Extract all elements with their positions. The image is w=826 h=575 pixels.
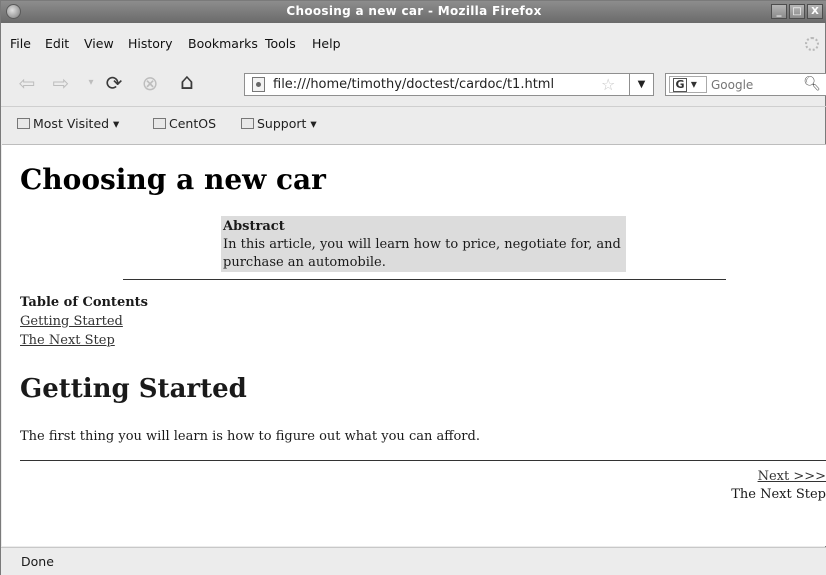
search-input[interactable] — [711, 76, 801, 93]
page-title: Choosing a new car — [20, 163, 326, 196]
toc-heading: Table of Contents — [20, 295, 148, 310]
bookmarks-toolbar: Most Visited ▾ CentOS Support ▾ — [1, 111, 826, 139]
forward-icon[interactable]: ⇨ — [49, 71, 73, 95]
divider — [123, 279, 726, 280]
menu-history[interactable]: History — [128, 36, 172, 51]
menu-file[interactable]: File — [10, 36, 31, 51]
menu-edit[interactable]: Edit — [45, 36, 69, 51]
activity-throbber-icon — [805, 37, 819, 51]
page-content: Choosing a new car Abstract In this arti… — [2, 144, 826, 546]
back-icon[interactable]: ⇦ — [15, 71, 39, 95]
bookmark-star-icon[interactable]: ☆ — [601, 75, 615, 94]
navigation-toolbar: ⇦ ⇨ ▾ ⟳ ⊗ ⌂ file:///home/timothy/doctest… — [1, 61, 826, 107]
history-dropdown-icon[interactable]: ▾ — [79, 71, 103, 95]
stop-icon[interactable]: ⊗ — [138, 71, 162, 95]
close-button[interactable]: X — [807, 4, 823, 19]
search-icon[interactable]: 🔍︎ — [803, 76, 821, 92]
search-engine-selector[interactable]: G ▾ — [669, 76, 707, 93]
toc-link-next-step[interactable]: The Next Step — [20, 333, 115, 348]
next-page-title: The Next Step — [731, 487, 826, 502]
bookmark-most-visited[interactable]: Most Visited ▾ — [17, 116, 119, 131]
abstract-heading: Abstract — [223, 219, 285, 234]
search-bar[interactable]: G ▾ 🔍︎ — [665, 73, 826, 96]
menu-tools[interactable]: Tools — [265, 36, 296, 51]
url-dropdown-icon[interactable]: ▼ — [629, 74, 653, 95]
toc-link-getting-started[interactable]: Getting Started — [20, 314, 123, 329]
window-title: Choosing a new car - Mozilla Firefox — [286, 4, 542, 18]
next-link[interactable]: Next >>> — [758, 469, 826, 484]
site-identity-icon[interactable] — [252, 77, 265, 92]
home-icon[interactable]: ⌂ — [175, 71, 199, 95]
minimize-button[interactable]: _ — [771, 4, 787, 19]
menu-view[interactable]: View — [84, 36, 114, 51]
url-text[interactable]: file:///home/timothy/doctest/cardoc/t1.h… — [273, 77, 554, 92]
maximize-button[interactable]: □ — [789, 4, 805, 19]
abstract-box: Abstract In this article, you will learn… — [221, 216, 626, 272]
menu-bar: File Edit View History Bookmarks Tools H… — [1, 33, 826, 55]
folder-icon — [17, 118, 30, 129]
status-bar: Done — [1, 547, 826, 575]
abstract-text: In this article, you will learn how to p… — [223, 237, 621, 270]
reload-icon[interactable]: ⟳ — [102, 71, 126, 95]
folder-icon — [241, 118, 254, 129]
divider — [20, 460, 826, 461]
bookmark-support[interactable]: Support ▾ — [241, 116, 317, 131]
page-icon — [153, 118, 166, 129]
title-bar[interactable]: Choosing a new car - Mozilla Firefox _ □… — [1, 1, 826, 23]
status-text: Done — [21, 554, 54, 569]
menu-help[interactable]: Help — [312, 36, 341, 51]
google-engine-icon: G — [673, 78, 687, 92]
section-title: Getting Started — [20, 374, 247, 404]
bookmark-centos[interactable]: CentOS — [153, 116, 216, 131]
url-bar[interactable]: file:///home/timothy/doctest/cardoc/t1.h… — [244, 73, 654, 96]
menu-bookmarks[interactable]: Bookmarks — [188, 36, 258, 51]
paragraph: The first thing you will learn is how to… — [20, 429, 480, 444]
browser-window: Choosing a new car - Mozilla Firefox _ □… — [0, 0, 826, 575]
